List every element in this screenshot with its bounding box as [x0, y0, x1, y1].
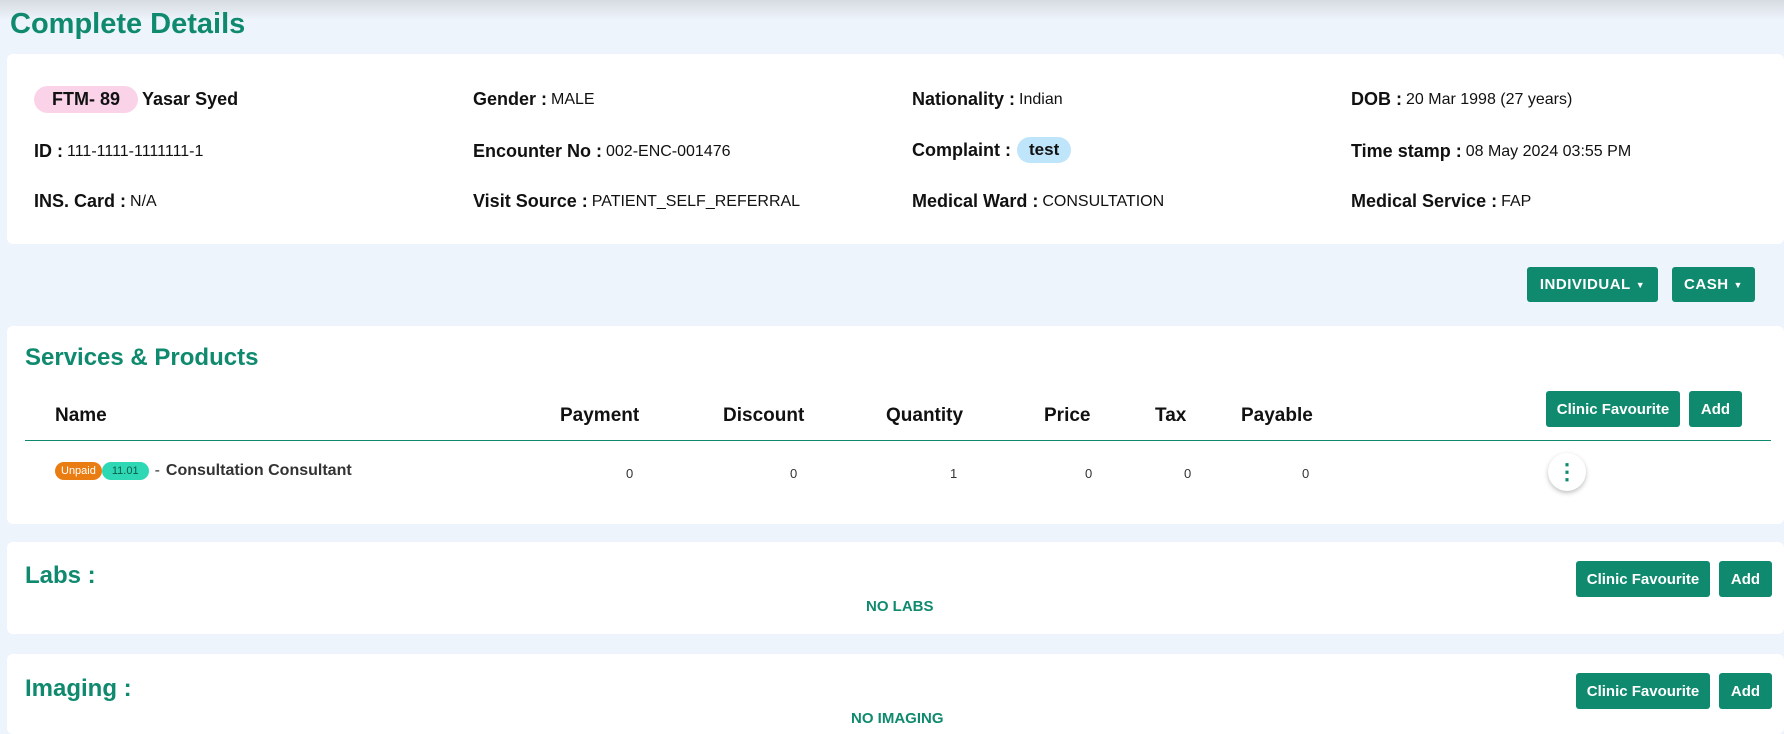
col-price: Price [1044, 405, 1091, 426]
gender-value: MALE [551, 90, 595, 108]
col-tax: Tax [1155, 405, 1187, 426]
complaint-badge: test [1017, 137, 1072, 163]
ins-card-field: INS. Card : N/A [34, 191, 157, 212]
col-name: Name [55, 405, 107, 426]
table-row: Unpaid 11.01 - Consultation Consultant [55, 462, 352, 480]
col-discount: Discount [723, 405, 805, 426]
col-payment: Payment [560, 405, 640, 426]
complaint-field: Complaint : test [912, 137, 1072, 163]
gender-label: Gender : [473, 89, 548, 109]
visit-source-label: Visit Source : [473, 191, 588, 211]
nationality-value: Indian [1019, 90, 1063, 108]
timestamp-field: Time stamp : 08 May 2024 03:55 PM [1351, 141, 1631, 162]
id-field: ID : 111-1111-1111111-1 [34, 141, 203, 162]
no-labs-note: NO LABS [866, 598, 934, 615]
nationality-label: Nationality : [912, 89, 1016, 109]
service-code-badge: 11.01 [101, 462, 149, 480]
cash-dropdown-button[interactable]: CASH ▼ [1672, 267, 1755, 302]
gender-field: Gender : MALE [473, 89, 595, 110]
kebab-menu-icon[interactable]: ⋮ [1548, 453, 1586, 491]
encounter-value: 002-ENC-001476 [606, 142, 731, 160]
dob-field: DOB : 20 Mar 1998 (27 years) [1351, 89, 1572, 110]
col-payable: Payable [1241, 405, 1313, 426]
patient-name: Yasar Syed [142, 89, 239, 109]
name-separator: - [154, 462, 160, 479]
no-imaging-note: NO IMAGING [851, 710, 944, 727]
encounter-field: Encounter No : 002-ENC-001476 [473, 141, 731, 162]
imaging-title: Imaging : [25, 675, 132, 702]
medical-ward-value: CONSULTATION [1042, 192, 1165, 210]
individual-dropdown-button[interactable]: INDIVIDUAL ▼ [1527, 267, 1658, 302]
labs-clinic-favourite-button[interactable]: Clinic Favourite [1576, 561, 1710, 597]
id-value: 111-1111-1111111-1 [67, 142, 204, 160]
encounter-label: Encounter No : [473, 141, 602, 161]
imaging-add-button[interactable]: Add [1719, 673, 1772, 709]
medical-service-field: Medical Service : FAP [1351, 191, 1531, 212]
timestamp-label: Time stamp : [1351, 141, 1462, 161]
cell-quantity: 1 [950, 466, 958, 481]
cell-payment: 0 [626, 466, 634, 481]
services-add-button[interactable]: Add [1689, 391, 1742, 427]
top-shadow [0, 0, 1784, 20]
labs-card [7, 542, 1784, 634]
service-name: Consultation Consultant [165, 462, 352, 479]
col-quantity: Quantity [886, 405, 964, 426]
complaint-label: Complaint : [912, 139, 1011, 160]
labs-add-button[interactable]: Add [1719, 561, 1772, 597]
cell-tax: 0 [1184, 466, 1192, 481]
medical-ward-label: Medical Ward : [912, 191, 1039, 211]
table-header-divider [25, 440, 1771, 441]
medical-ward-field: Medical Ward : CONSULTATION [912, 191, 1164, 212]
visit-source-value: PATIENT_SELF_REFERRAL [591, 192, 801, 210]
cell-discount: 0 [790, 466, 798, 481]
medical-service-label: Medical Service : [1351, 191, 1498, 211]
labs-title: Labs : [25, 562, 96, 589]
nationality-field: Nationality : Indian [912, 89, 1063, 110]
id-label: ID : [34, 141, 63, 161]
ins-card-value: N/A [130, 192, 157, 210]
patient-details-card: FTM- 89 Yasar Syed Gender : MALE Nationa… [7, 54, 1784, 244]
unpaid-status-badge: Unpaid [55, 462, 102, 480]
cell-payable: 0 [1302, 466, 1310, 481]
ins-card-label: INS. Card : [34, 191, 127, 211]
individual-label: INDIVIDUAL [1539, 276, 1631, 293]
services-clinic-favourite-button[interactable]: Clinic Favourite [1546, 391, 1680, 427]
services-title: Services & Products [25, 344, 259, 371]
medical-service-value: FAP [1501, 192, 1532, 210]
page-title: Complete Details [10, 8, 246, 40]
imaging-clinic-favourite-button[interactable]: Clinic Favourite [1576, 673, 1710, 709]
patient-identity: FTM- 89 Yasar Syed [34, 86, 238, 113]
cash-label: CASH [1684, 276, 1729, 293]
caret-down-icon: ▼ [1733, 279, 1743, 290]
ftm-badge: FTM- 89 [34, 86, 139, 113]
dob-label: DOB : [1351, 89, 1402, 109]
timestamp-value: 08 May 2024 03:55 PM [1465, 142, 1632, 160]
dob-value: 20 Mar 1998 (27 years) [1406, 90, 1573, 108]
visit-source-field: Visit Source : PATIENT_SELF_REFERRAL [473, 191, 800, 212]
cell-price: 0 [1085, 466, 1093, 481]
caret-down-icon: ▼ [1635, 279, 1646, 290]
